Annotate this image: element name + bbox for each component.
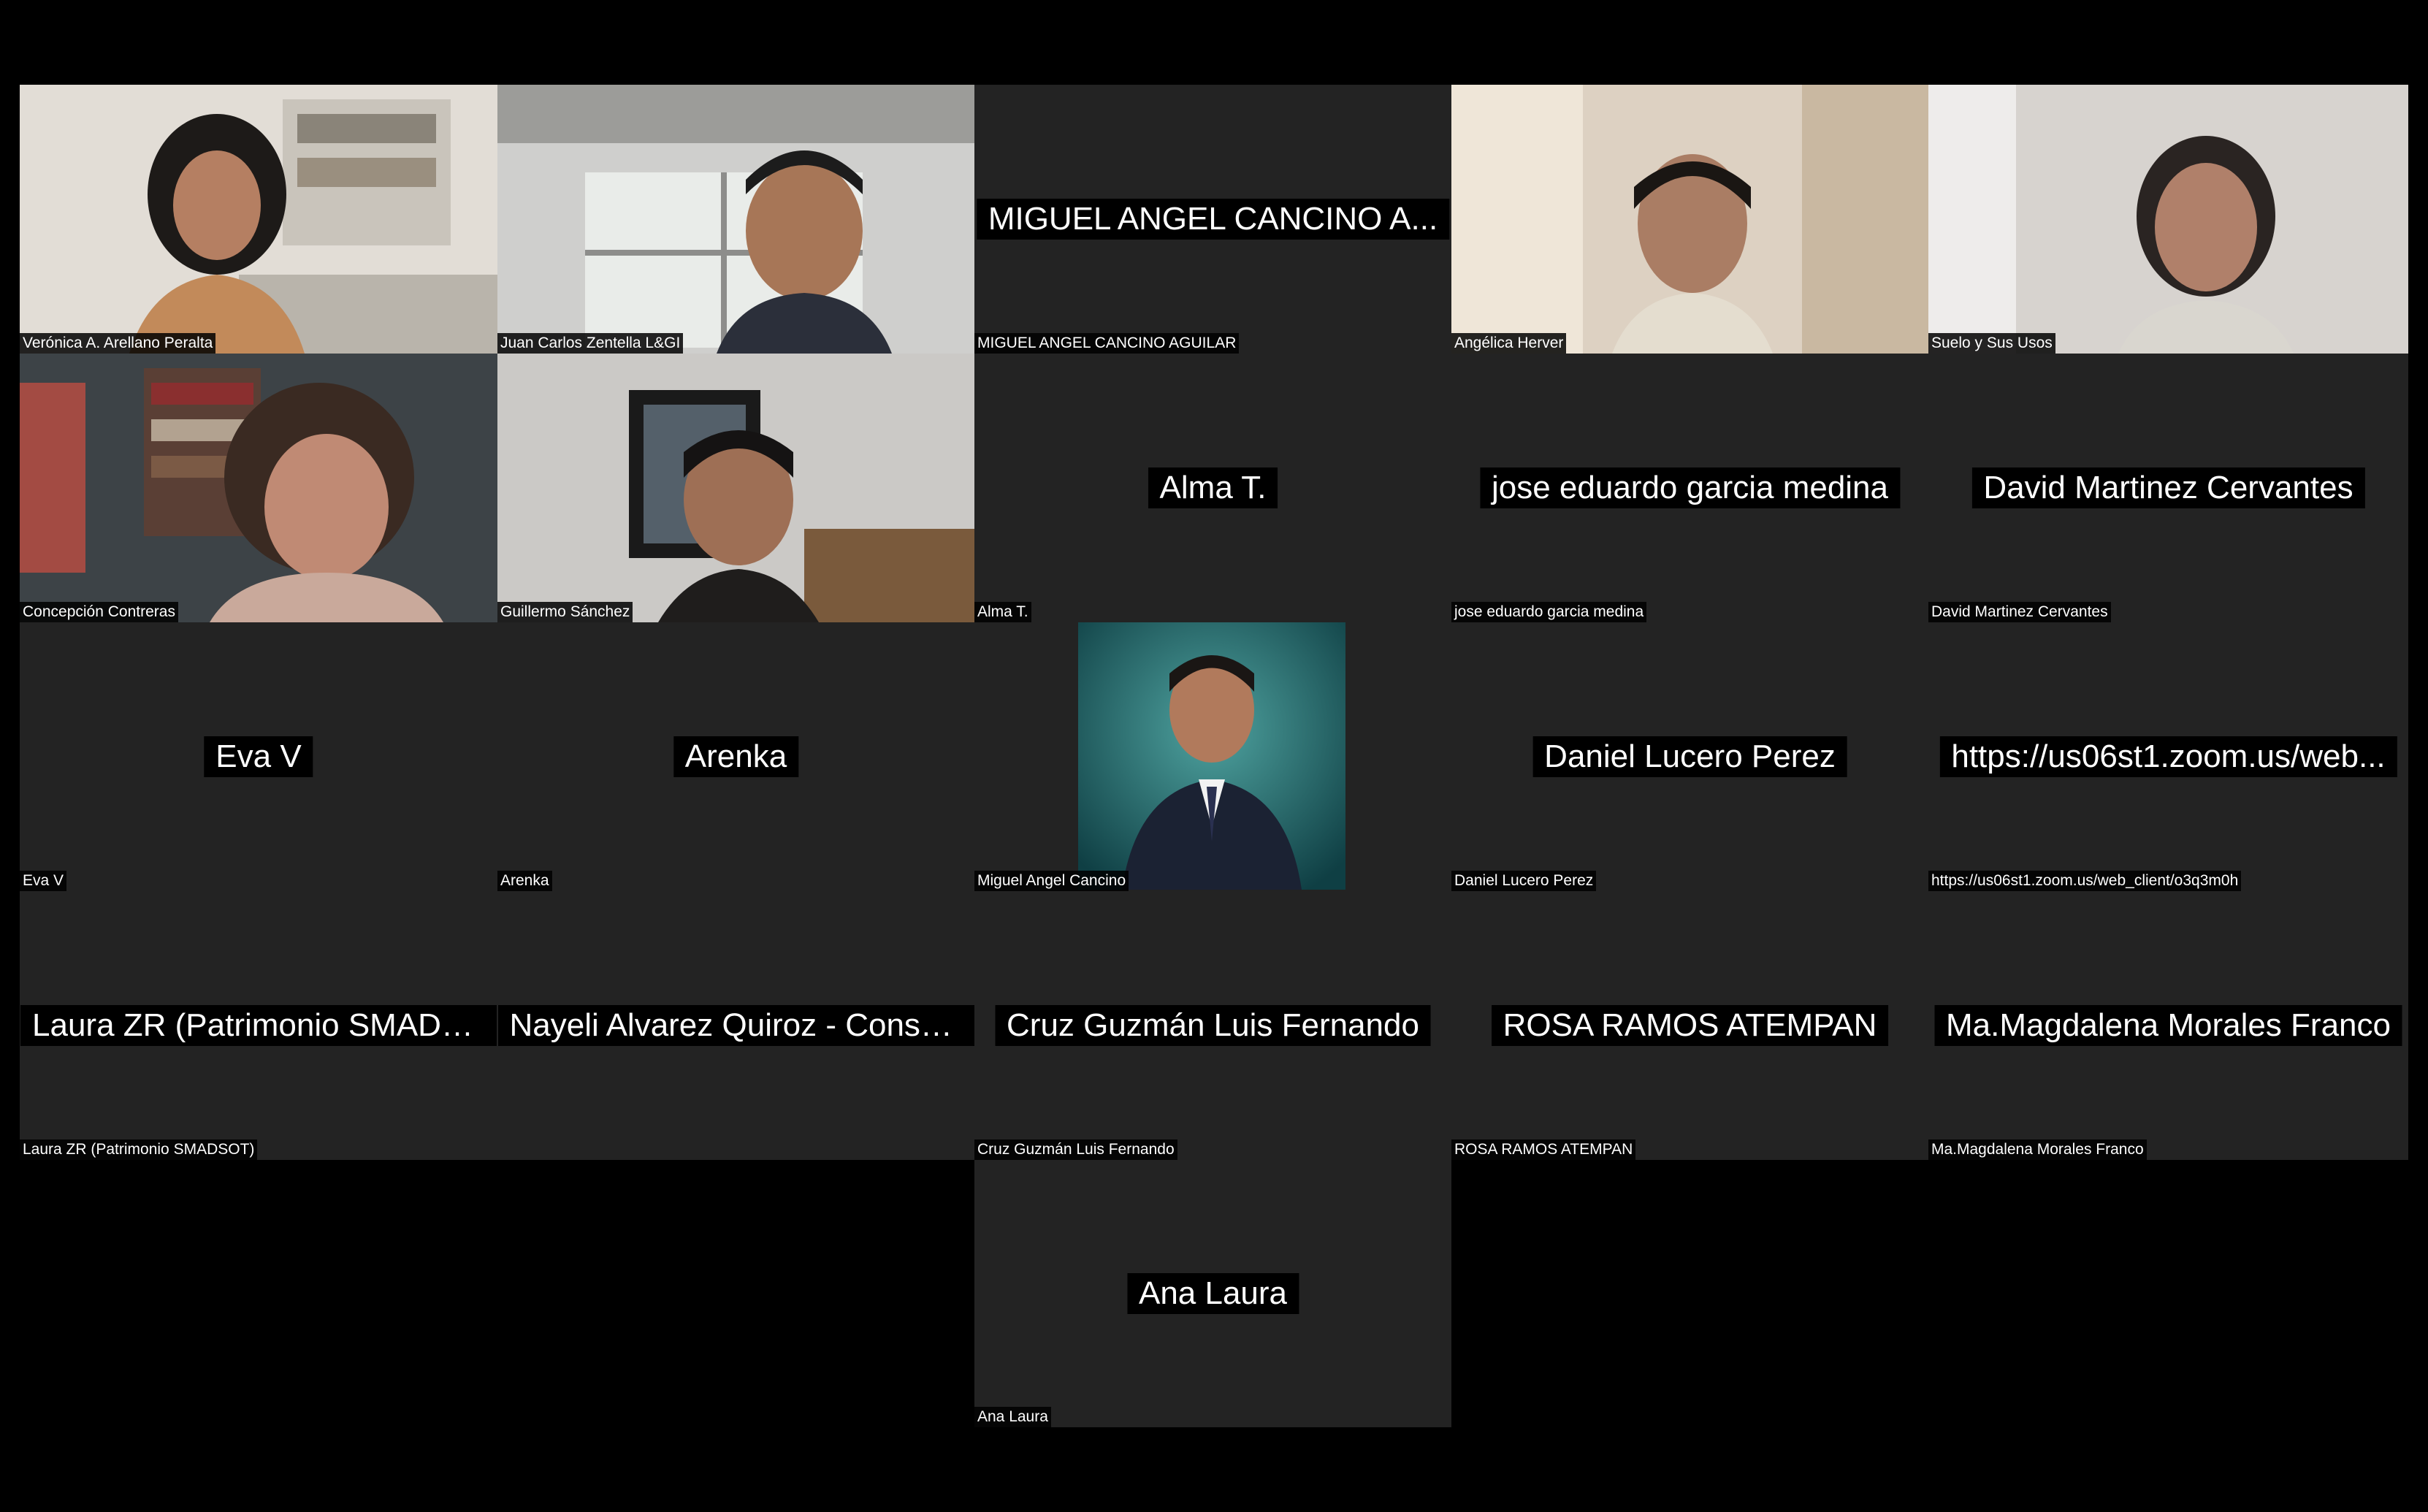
participant-tile-david-martinez[interactable]: David Martinez Cervantes David Martinez … [1928, 354, 2408, 622]
participant-tile-daniel-lucero[interactable]: Daniel Lucero Perez Daniel Lucero Perez [1451, 622, 1928, 891]
participant-name-label: Laura ZR (Patrimonio SMADSOT) [20, 1139, 258, 1160]
participant-display-name: Laura ZR (Patrimonio SMADS... [20, 1005, 497, 1046]
participant-name-label: Guillermo Sánchez [497, 602, 633, 622]
participant-tile-alma[interactable]: Alma T. Alma T. [974, 354, 1451, 622]
participant-tile-ana-laura[interactable]: Ana Laura Ana Laura [974, 1160, 1451, 1427]
participant-display-name: https://us06st1.zoom.us/web... [1939, 736, 2397, 777]
participant-tile-suelo-y-sus-usos[interactable]: Suelo y Sus Usos [1928, 85, 2408, 354]
participant-name-label: Eva V [20, 871, 67, 891]
participant-tile-magdalena-morales[interactable]: Ma.Magdalena Morales Franco Ma.Magdalena… [1928, 891, 2408, 1160]
participant-tile-arenka[interactable]: Arenka Arenka [497, 622, 974, 891]
participant-tile-concepcion[interactable]: Concepción Contreras [20, 354, 497, 622]
participant-tile-miguel-angel-cancino[interactable]: Miguel Angel Cancino [974, 622, 1451, 891]
participant-video-veronica [20, 85, 497, 354]
participant-display-name: Ana Laura [1126, 1273, 1299, 1314]
participant-name-label: Alma T. [974, 602, 1031, 622]
participant-display-name: Alma T. [1148, 467, 1278, 508]
participant-tile-cruz-guzman[interactable]: Cruz Guzmán Luis Fernando Cruz Guzmán Lu… [974, 891, 1451, 1160]
participant-name-label: ROSA RAMOS ATEMPAN [1451, 1139, 1636, 1160]
participant-video-suelo-y-sus-usos [1928, 85, 2408, 354]
participant-name-label: Concepción Contreras [20, 602, 178, 622]
participant-tile-jose-eduardo[interactable]: jose eduardo garcia medina jose eduardo … [1451, 354, 1928, 622]
participant-display-name: Arenka [673, 736, 799, 777]
participant-display-name: jose eduardo garcia medina [1479, 467, 1901, 508]
participant-tile-nayeli-alvarez[interactable]: Nayeli Alvarez Quiroz - Conse... [497, 891, 974, 1160]
participant-name-label: Verónica A. Arellano Peralta [20, 333, 216, 354]
participant-video-guillermo [497, 354, 974, 622]
participant-display-name: Ma.Magdalena Morales Franco [1934, 1005, 2402, 1046]
participant-display-name: Eva V [204, 736, 313, 777]
participant-name-label: Suelo y Sus Usos [1928, 333, 2055, 354]
participant-name-label: Ma.Magdalena Morales Franco [1928, 1139, 2147, 1160]
participant-name-label: Daniel Lucero Perez [1451, 871, 1597, 891]
participant-tile-veronica[interactable]: Verónica A. Arellano Peralta [20, 85, 497, 354]
participant-display-name: Nayeli Alvarez Quiroz - Conse... [497, 1005, 974, 1046]
participant-tile-laura-zr[interactable]: Laura ZR (Patrimonio SMADS... Laura ZR (… [20, 891, 497, 1160]
participant-name-label: Cruz Guzmán Luis Fernando [974, 1139, 1177, 1160]
participant-display-name: ROSA RAMOS ATEMPAN [1491, 1005, 1889, 1046]
participant-video-juan-carlos [497, 85, 974, 354]
participant-tile-juan-carlos[interactable]: Juan Carlos Zentella L&GI [497, 85, 974, 354]
participant-video-angelica [1451, 85, 1928, 354]
participant-name-label: Juan Carlos Zentella L&GI [497, 333, 684, 354]
participant-tile-angelica[interactable]: Angélica Herver [1451, 85, 1928, 354]
participant-name-label: MIGUEL ANGEL CANCINO AGUILAR [974, 333, 1240, 354]
participant-tile-miguel-angel-cancino-aguilar[interactable]: MIGUEL ANGEL CANCINO A... MIGUEL ANGEL C… [974, 85, 1451, 354]
participant-name-label: jose eduardo garcia medina [1451, 602, 1647, 622]
participant-name-label: Arenka [497, 871, 552, 891]
participant-tile-guillermo[interactable]: Guillermo Sánchez [497, 354, 974, 622]
participant-tile-rosa-ramos[interactable]: ROSA RAMOS ATEMPAN ROSA RAMOS ATEMPAN [1451, 891, 1928, 1160]
participant-name-label: Angélica Herver [1451, 333, 1567, 354]
participant-name-label: https://us06st1.zoom.us/web_client/o3q3m… [1928, 871, 2242, 891]
participant-tile-eva[interactable]: Eva V Eva V [20, 622, 497, 891]
participant-display-name: Cruz Guzmán Luis Fernando [995, 1005, 1431, 1046]
participant-video-concepcion [20, 354, 497, 622]
participant-display-name: Daniel Lucero Perez [1532, 736, 1847, 777]
participant-name-label: David Martinez Cervantes [1928, 602, 2111, 622]
participant-display-name: MIGUEL ANGEL CANCINO A... [976, 199, 1450, 240]
participant-name-label: Ana Laura [974, 1407, 1051, 1427]
participant-tile-zoom-web-client[interactable]: https://us06st1.zoom.us/web... https://u… [1928, 622, 2408, 891]
participant-avatar [1078, 622, 1345, 890]
participant-display-name: David Martinez Cervantes [1971, 467, 2365, 508]
participant-name-label: Miguel Angel Cancino [974, 871, 1129, 891]
